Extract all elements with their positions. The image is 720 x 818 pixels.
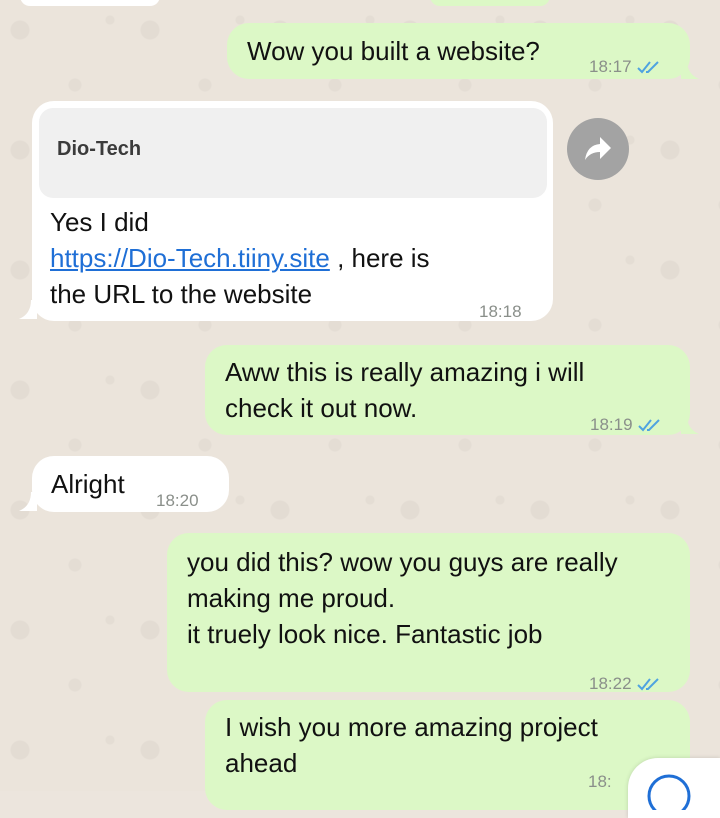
bubble-tail-icon — [681, 60, 699, 79]
message-meta: 18:19 — [590, 407, 662, 443]
message-time: 18:20 — [156, 491, 199, 510]
previous-incoming-bubble-remnant — [20, 0, 160, 6]
message-bubble-outgoing[interactable]: Wow you built a website? 18:17 — [227, 23, 690, 79]
message-time: 18: — [588, 772, 612, 791]
message-time: 18:22 — [589, 674, 632, 693]
forward-button[interactable] — [567, 118, 629, 180]
double-check-icon — [637, 419, 660, 432]
message-text: Yes I did — [50, 207, 149, 237]
double-check-icon — [636, 678, 659, 691]
message-bubble-outgoing[interactable]: Aww this is really amazing i will check … — [205, 345, 690, 435]
message-bubble-incoming[interactable]: Dio-Tech Yes I did https://Dio-Tech.tiin… — [32, 101, 553, 321]
quoted-author: Dio-Tech — [57, 138, 142, 160]
quoted-message[interactable]: Dio-Tech — [39, 108, 547, 198]
message-time: 18:18 — [479, 302, 522, 321]
message-bubble-outgoing[interactable]: I wish you more amazing project ahead 18… — [205, 700, 690, 810]
double-check-icon — [636, 61, 659, 74]
scroll-to-bottom-button[interactable] — [628, 758, 720, 818]
message-meta: 18:22 — [589, 666, 661, 702]
message-text-block: Yes I did https://Dio-Tech.tiiny.site , … — [50, 204, 430, 312]
message-text: Aww this is really amazing i will check … — [225, 357, 585, 423]
chevron-down-icon — [647, 774, 691, 810]
message-bubble-outgoing[interactable]: you did this? wow you guys are really ma… — [167, 533, 690, 693]
message-text: , here is — [329, 243, 430, 273]
message-meta: 18:17 — [589, 49, 661, 85]
previous-outgoing-bubble-remnant — [430, 0, 550, 6]
message-text: you did this? wow you guys are really ma… — [187, 547, 618, 649]
message-text: the URL to the website — [50, 279, 313, 309]
message-text: Wow you built a website? — [247, 36, 540, 66]
message-time: 18:19 — [590, 415, 633, 434]
message-text: Alright — [51, 469, 125, 499]
message-line-with-link: https://Dio-Tech.tiiny.site , here is — [50, 240, 430, 276]
message-text: I wish you more amazing project ahead — [225, 712, 598, 778]
forward-arrow-icon — [585, 137, 611, 160]
message-bubble-incoming[interactable]: Alright 18:20 — [32, 456, 229, 512]
website-link[interactable]: https://Dio-Tech.tiiny.site — [50, 243, 330, 273]
message-time: 18:17 — [589, 57, 632, 76]
bubble-tail-icon — [681, 415, 699, 434]
